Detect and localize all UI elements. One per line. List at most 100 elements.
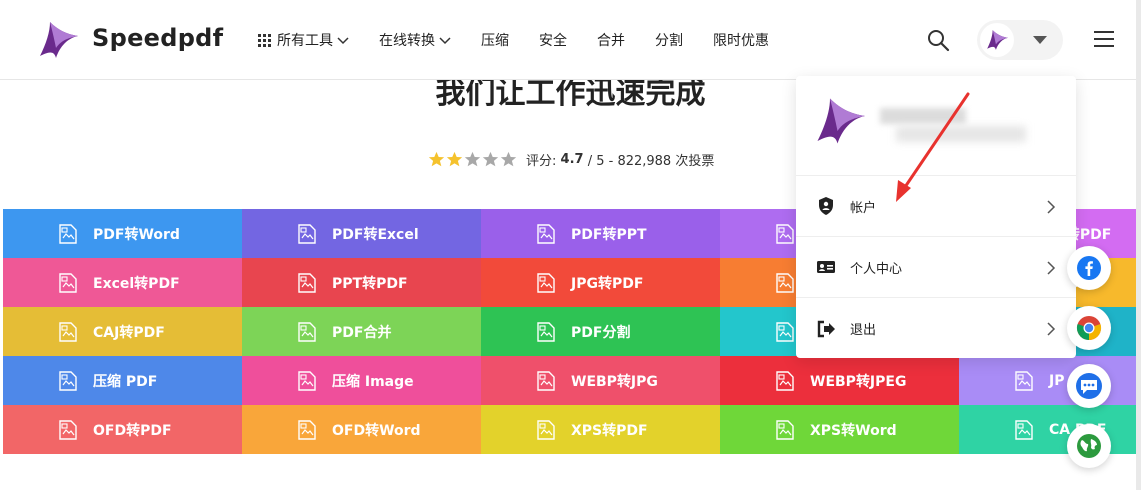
- id-card-icon: [817, 261, 835, 273]
- tool-tile[interactable]: CA PDF: [959, 405, 1141, 454]
- tool-tile[interactable]: XPS转Word: [720, 405, 959, 454]
- tool-label: XPS转PDF: [571, 422, 648, 439]
- blurred-email: [896, 126, 1026, 142]
- chrome-icon: [1076, 316, 1102, 341]
- nav-label: 合并: [597, 33, 625, 49]
- user-avatar-icon: [817, 98, 865, 144]
- star-empty-icon[interactable]: [482, 151, 499, 168]
- tool-tile[interactable]: CAJ转PDF: [3, 307, 242, 356]
- tool-icon: [59, 370, 77, 391]
- facebook-icon: [1077, 256, 1101, 280]
- tool-label: XPS转Word: [810, 422, 897, 439]
- tool-tile[interactable]: Excel转PDF: [3, 258, 242, 307]
- rating: 评分: 4.7 / 5 - 822,988 次投票: [428, 150, 714, 169]
- tool-icon: [776, 223, 794, 244]
- tool-icon: [298, 272, 316, 293]
- star-filled-icon[interactable]: [428, 151, 445, 168]
- tool-tile[interactable]: PDF分割: [481, 307, 720, 356]
- dropdown-item-label: 个人中心: [850, 261, 903, 277]
- nav-security[interactable]: 安全: [539, 30, 567, 50]
- tool-label: 压缩 Image: [332, 373, 414, 390]
- main-nav: 所有工具 在线转换 压缩 安全 合并 分割 限时优惠: [258, 30, 799, 50]
- tool-label: PDF转Excel: [332, 226, 419, 243]
- globe-icon: [1077, 434, 1101, 458]
- tool-tile[interactable]: JPG转PDF: [481, 258, 720, 307]
- tool-label: OFD转PDF: [93, 422, 172, 439]
- tool-tile[interactable]: PDF合并: [242, 307, 481, 356]
- tool-icon: [59, 223, 77, 244]
- dropdown-item-logout[interactable]: 退出: [796, 298, 1076, 359]
- tool-icon: [1015, 370, 1033, 391]
- tool-label: Excel转PDF: [93, 275, 180, 292]
- nav-label: 限时优惠: [713, 33, 769, 49]
- nav-limited-offer[interactable]: 限时优惠: [713, 30, 769, 50]
- tool-tile[interactable]: PDF转Excel: [242, 209, 481, 258]
- tool-tile[interactable]: PDF转Word: [3, 209, 242, 258]
- dropdown-item-profile[interactable]: 个人中心: [796, 237, 1076, 298]
- tool-tile[interactable]: XPS转PDF: [481, 405, 720, 454]
- nav-label: 所有工具: [277, 33, 333, 49]
- nav-merge[interactable]: 合并: [597, 30, 625, 50]
- dropdown-item-account[interactable]: 帐户: [796, 176, 1076, 237]
- tool-icon: [59, 419, 77, 440]
- tool-label: WEBP转JPEG: [810, 373, 907, 390]
- avatar: [980, 23, 1014, 57]
- tool-icon: [537, 223, 555, 244]
- chevron-right-icon: [1047, 200, 1056, 214]
- chevron-down-icon: [439, 37, 451, 45]
- star-filled-icon[interactable]: [446, 151, 463, 168]
- nav-compress[interactable]: 压缩: [481, 30, 509, 50]
- star-empty-icon[interactable]: [464, 151, 481, 168]
- nav-online-convert[interactable]: 在线转换: [379, 30, 451, 50]
- chevron-down-icon: [337, 37, 349, 45]
- tool-icon: [537, 419, 555, 440]
- dropdown-item-label: 帐户: [850, 200, 877, 216]
- speedpdf-logo-icon[interactable]: [36, 20, 80, 60]
- tool-label: JPG转PDF: [571, 275, 644, 292]
- tool-tile[interactable]: 压缩 Image: [242, 356, 481, 405]
- rating-stars[interactable]: [428, 151, 518, 168]
- tool-icon: [59, 272, 77, 293]
- chat-button[interactable]: [1067, 364, 1111, 408]
- tool-label: OFD转Word: [332, 422, 421, 439]
- user-profile-header: [796, 76, 1076, 176]
- brand-name[interactable]: Speedpdf: [92, 24, 223, 52]
- tool-tile[interactable]: 压缩 PDF: [3, 356, 242, 405]
- dropdown-item-label: 退出: [850, 323, 877, 338]
- facebook-share-button[interactable]: [1067, 246, 1111, 290]
- tool-tile[interactable]: WEBP转JPG: [481, 356, 720, 405]
- vertical-scrollbar[interactable]: [1136, 0, 1141, 490]
- tool-icon: [776, 321, 794, 342]
- search-icon[interactable]: [926, 28, 950, 52]
- hamburger-menu-icon[interactable]: [1094, 31, 1114, 49]
- site-header: Speedpdf 所有工具 在线转换 压缩 安全 合并 分割 限时优惠: [0, 0, 1141, 80]
- tool-icon: [776, 272, 794, 293]
- chevron-right-icon: [1047, 322, 1056, 336]
- tool-label: PPT转PDF: [332, 275, 408, 292]
- tool-icon: [298, 419, 316, 440]
- tool-icon: [776, 370, 794, 391]
- tool-tile[interactable]: JP EBP: [959, 356, 1141, 405]
- chrome-extension-button[interactable]: [1067, 306, 1111, 350]
- nav-label: 安全: [539, 33, 567, 49]
- language-button[interactable]: [1067, 424, 1111, 468]
- tool-icon: [537, 321, 555, 342]
- nav-split[interactable]: 分割: [655, 30, 683, 50]
- tool-icon: [776, 419, 794, 440]
- tool-tile[interactable]: WEBP转JPEG: [720, 356, 959, 405]
- tool-icon: [298, 370, 316, 391]
- star-empty-icon[interactable]: [500, 151, 517, 168]
- nav-label: 在线转换: [379, 33, 435, 49]
- tool-tile[interactable]: PDF转PPT: [481, 209, 720, 258]
- tool-icon: [1015, 419, 1033, 440]
- tool-label: WEBP转JPG: [571, 373, 658, 390]
- tool-icon: [298, 223, 316, 244]
- tool-tile[interactable]: PPT转PDF: [242, 258, 481, 307]
- shield-icon: [819, 197, 833, 215]
- tool-tile[interactable]: OFD转Word: [242, 405, 481, 454]
- grid-icon: [258, 33, 271, 47]
- tool-tile[interactable]: OFD转PDF: [3, 405, 242, 454]
- nav-all-tools[interactable]: 所有工具: [258, 30, 349, 50]
- tool-label: PDF分割: [571, 324, 631, 341]
- user-menu-button[interactable]: [977, 20, 1063, 60]
